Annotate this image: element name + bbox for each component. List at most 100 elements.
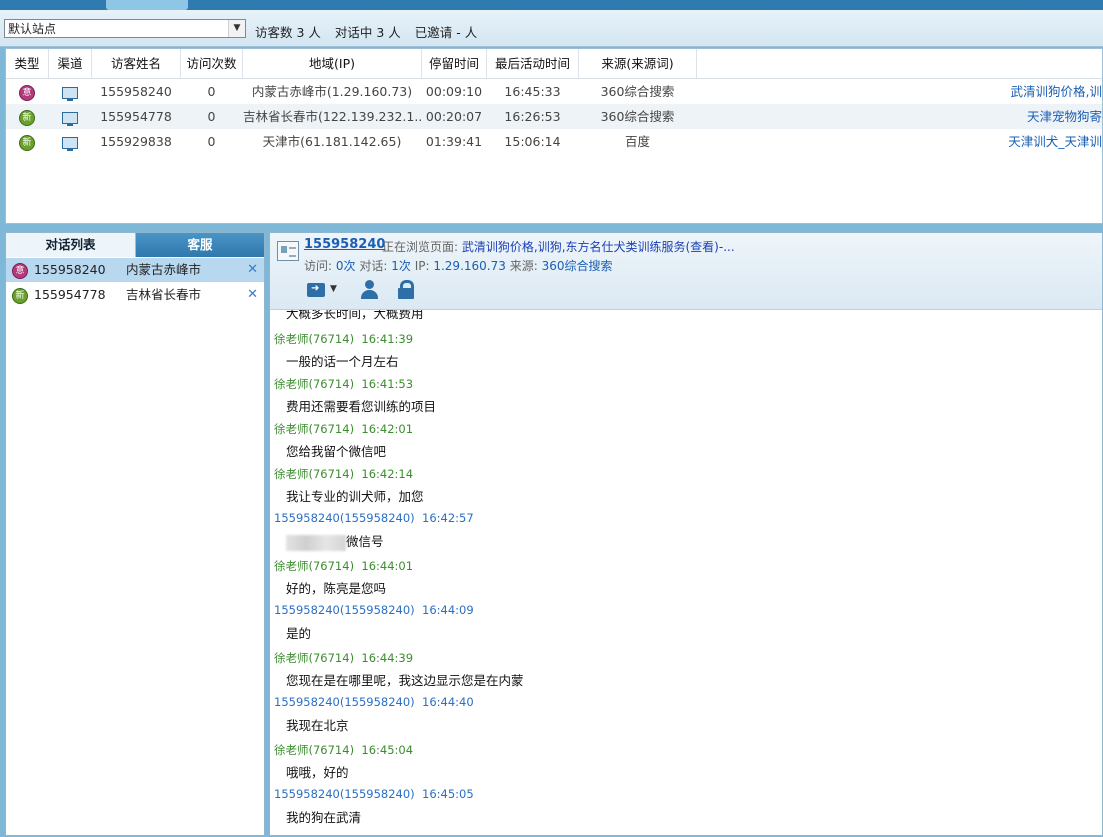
ip-value: 1.29.160.73 [433, 259, 506, 273]
chevron-down-icon[interactable]: ▼ [228, 20, 245, 37]
top-bar [0, 0, 1103, 10]
chat-location: 内蒙古赤峰市 [126, 262, 202, 277]
message-header: 徐老师(76714) 16:41:53 [274, 376, 413, 392]
monitor-icon [62, 111, 78, 126]
message-text: 费用还需要看您训练的项目 [286, 399, 437, 414]
message-sender: 155958240(155958240) [274, 511, 415, 525]
message-sender: 徐老师(76714) [274, 332, 355, 346]
source: 360综合搜索 [600, 109, 675, 124]
message-time: 16:42:14 [361, 467, 414, 481]
chat-list-item[interactable]: 意 155958240 内蒙古赤峰市 ✕ [6, 258, 264, 282]
col-last-active[interactable]: 最后活动时间 [487, 49, 579, 78]
panel-tabs: 对话列表 客服 [6, 233, 264, 257]
conversation-panel: 对话列表 客服 意 155958240 内蒙古赤峰市 ✕ 新 155954778… [5, 232, 265, 836]
in-chat-count: 对话中 3 人 [334, 25, 401, 40]
message-text: 您现在是在哪里呢，我这边显示您是在内蒙 [286, 673, 524, 688]
message-time: 16:44:01 [361, 559, 414, 573]
table-row[interactable]: 新 155954778 0 吉林省长春市(122.139.232.1... 00… [6, 104, 1102, 129]
message-text: 我的狗在武清 [286, 810, 362, 825]
col-channel[interactable]: 渠道 [49, 49, 92, 78]
tab-service[interactable]: 客服 [136, 233, 264, 257]
visitor-name: 155958240 [100, 84, 172, 99]
region: 吉林省长春市(122.139.232.1... [243, 109, 421, 124]
close-icon[interactable]: ✕ [247, 258, 258, 282]
new-badge-icon: 新 [12, 288, 28, 304]
message-time: 16:44:39 [361, 651, 414, 665]
toolbar: 默认站点 ▼ 访客数 3 人 对话中 3 人 已邀请 - 人 [0, 10, 1103, 47]
stay-time: 00:20:07 [425, 109, 483, 124]
message-time: 16:41:39 [361, 332, 414, 346]
source-value: 360综合搜索 [541, 259, 613, 273]
source-label: 来源: [509, 259, 538, 273]
source: 百度 [624, 134, 650, 149]
monitor-icon [62, 86, 78, 101]
col-region[interactable]: 地域(IP) [243, 49, 422, 78]
last-active: 15:06:14 [504, 134, 561, 149]
last-active: 16:26:53 [504, 109, 561, 124]
chat-visitor-id-link[interactable]: 155958240 [304, 237, 385, 252]
site-select-value: 默认站点 [8, 22, 57, 36]
visitor-meta: 访问: 0次 对话: 1次 IP: 1.29.160.73 来源: 360综合搜… [304, 257, 612, 274]
chat-list-item[interactable]: 新 155954778 吉林省长春市 ✕ [6, 283, 264, 307]
region: 天津市(61.181.142.65) [262, 134, 402, 149]
visit-count: 0 [207, 134, 216, 149]
chat-panel: 155958240 正在浏览页面: 武清训狗价格,训狗,东方名仕犬类训练服务(查… [269, 232, 1103, 836]
keyword-link[interactable]: 天津宠物狗寄 [906, 104, 1102, 129]
message-header: 徐老师(76714) 16:42:01 [274, 421, 413, 437]
message-text: 微信号 [346, 534, 384, 549]
message-time: 16:42:57 [422, 511, 474, 525]
new-badge-icon: 新 [19, 109, 35, 126]
col-stay[interactable]: 停留时间 [422, 49, 487, 78]
stay-time: 00:09:10 [425, 84, 483, 99]
invite-user-icon[interactable] [360, 279, 382, 301]
keyword-link[interactable]: 天津训犬_天津训 [906, 129, 1102, 154]
col-type[interactable]: 类型 [6, 49, 49, 78]
close-icon[interactable]: ✕ [247, 283, 258, 307]
chat-location: 吉林省长春市 [126, 287, 202, 302]
table-row[interactable]: 意 155958240 0 内蒙古赤峰市(1.29.160.73) 00:09:… [6, 79, 1102, 104]
intent-badge-icon: 意 [19, 84, 35, 101]
message-text: 我现在北京 [286, 718, 349, 733]
message-time: 16:41:53 [361, 377, 414, 391]
site-select[interactable]: 默认站点 ▼ [4, 19, 246, 38]
message-text: 我让专业的训犬师，加您 [286, 489, 424, 504]
chevron-down-icon[interactable]: ▼ [330, 284, 340, 306]
message-time: 16:42:01 [361, 422, 414, 436]
message-sender: 155958240(155958240) [274, 695, 415, 709]
message-text: 您给我留个微信吧 [286, 444, 387, 459]
message-time: 16:45:04 [361, 743, 414, 757]
table-header: 类型 渠道 访客姓名 访问次数 地域(IP) 停留时间 最后活动时间 来源(来源… [6, 49, 1102, 79]
tab-chat-list[interactable]: 对话列表 [6, 233, 136, 257]
transfer-icon[interactable] [306, 279, 328, 301]
chat-header: 155958240 正在浏览页面: 武清训狗价格,训狗,东方名仕犬类训练服务(查… [270, 233, 1102, 310]
chat-visitor-id: 155958240 [34, 262, 106, 277]
message-sender: 徐老师(76714) [274, 377, 355, 391]
message-time: 16:44:40 [422, 695, 474, 709]
redacted-block [286, 534, 346, 551]
col-name[interactable]: 访客姓名 [92, 49, 181, 78]
source: 360综合搜索 [600, 84, 675, 99]
stay-time: 01:39:41 [425, 134, 483, 149]
visitor-count: 访客数 3 人 [255, 25, 321, 40]
chats-label: 对话: [359, 259, 388, 273]
message-header: 155958240(155958240) 16:42:57 [274, 511, 474, 525]
browsing-info: 正在浏览页面: 武清训狗价格,训狗,东方名仕犬类训练服务(查看)-... [382, 238, 735, 255]
col-visits[interactable]: 访问次数 [181, 49, 243, 78]
browsing-page-link[interactable]: 武清训狗价格,训狗,东方名仕犬类训练服务(查看)-... [462, 240, 735, 254]
visitor-card-icon[interactable] [277, 241, 299, 261]
message-sender: 155958240(155958240) [274, 787, 415, 801]
visit-count: 0 [207, 84, 216, 99]
col-source[interactable]: 来源(来源词) [579, 49, 697, 78]
message-sender: 155958240(155958240) [274, 603, 415, 617]
message-text: 好的，陈亮是您吗 [286, 581, 387, 596]
message-header: 155958240(155958240) 16:44:09 [274, 603, 474, 617]
lock-icon[interactable] [396, 279, 418, 301]
table-row[interactable]: 新 155929838 0 天津市(61.181.142.65) 01:39:4… [6, 129, 1102, 154]
message-text: 一般的话一个月左右 [286, 354, 399, 369]
keyword-link[interactable]: 武清训狗价格,训 [906, 79, 1102, 104]
message-header: 155958240(155958240) 16:45:05 [274, 787, 474, 801]
visitor-name: 155929838 [100, 134, 172, 149]
message-header: 155958240(155958240) 16:44:40 [274, 695, 474, 709]
message-header: 徐老师(76714) 16:42:14 [274, 466, 413, 482]
top-tab[interactable] [106, 0, 188, 10]
